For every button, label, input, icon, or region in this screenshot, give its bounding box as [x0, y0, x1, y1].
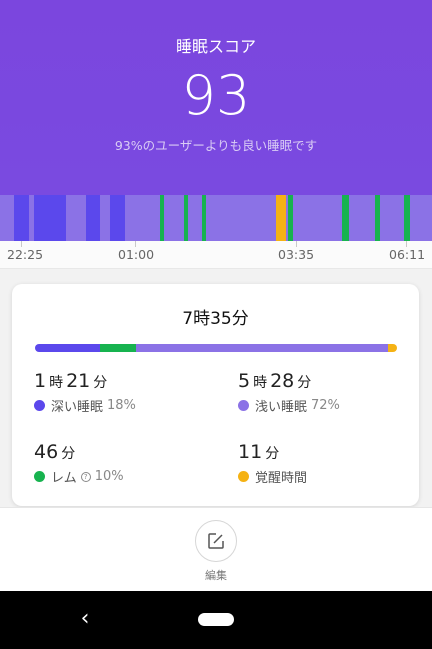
help-icon[interactable]: ?	[80, 471, 91, 482]
score-header: 睡眠スコア 93 93%のユーザーよりも良い睡眠です	[0, 0, 432, 195]
timeline-rem-segment	[160, 195, 164, 241]
light-sleep-dot	[238, 400, 249, 411]
rem-sleep-stat: 46 分 レム? 10%	[34, 441, 124, 486]
time-axis-label: 03:35	[278, 247, 315, 262]
deep-sleep-label: 深い睡眠 18%	[34, 396, 136, 415]
awake-duration: 11 分	[238, 441, 280, 463]
edit-button[interactable]	[195, 520, 237, 562]
awake-label: 覚醒時間	[238, 467, 307, 486]
awake-dot	[238, 471, 249, 482]
distribution-deep	[35, 344, 101, 352]
sleep-score: 93	[181, 64, 251, 127]
deep-sleep-stat: 1 時 21 分 深い睡眠 18%	[34, 370, 136, 415]
awake-stat: 11 分 覚醒時間	[238, 441, 307, 486]
time-axis: 22:25 01:00 03:35 06:11	[0, 241, 432, 269]
distribution-light	[136, 344, 389, 352]
back-icon[interactable]: ‹	[74, 605, 96, 633]
time-axis-label: 06:11	[389, 247, 426, 262]
rem-sleep-label: レム? 10%	[34, 467, 124, 486]
rem-sleep-duration: 46 分	[34, 441, 76, 463]
light-sleep-stat: 5 時 28 分 浅い睡眠 72%	[238, 370, 340, 415]
system-navigation-bar: ‹	[0, 591, 432, 649]
distribution-rem	[100, 344, 137, 352]
sleep-summary-card: 7時35分 1 時 21 分 深い睡眠 18% 5 時 28 分 浅い睡眠 72% 46 分 レム…	[12, 284, 419, 506]
light-sleep-label: 浅い睡眠 72%	[238, 396, 340, 415]
score-title: 睡眠スコア	[175, 37, 256, 56]
deep-sleep-dot	[34, 400, 45, 411]
timeline-rem-segment	[184, 195, 188, 241]
edit-label: 編集	[205, 569, 227, 582]
timeline-rem-segment	[342, 195, 349, 241]
time-axis-label: 22:25	[7, 247, 44, 262]
timeline-rem-segment	[375, 195, 380, 241]
timeline-deep-segment	[110, 195, 125, 241]
total-sleep-time: 7時35分	[182, 309, 249, 329]
distribution-awake	[388, 344, 397, 352]
timeline-rem-segment	[202, 195, 206, 241]
sleep-stage-timeline	[0, 195, 432, 241]
timeline-rem-segment	[404, 195, 410, 241]
timeline-awake-segment	[276, 195, 286, 241]
timeline-deep-segment	[86, 195, 100, 241]
sleep-stage-distribution-bar	[35, 344, 397, 352]
timeline-deep-segment	[14, 195, 29, 241]
time-axis-label: 01:00	[118, 247, 155, 262]
score-comparison: 93%のユーザーよりも良い睡眠です	[114, 138, 318, 153]
timeline-rem-segment	[288, 195, 293, 241]
rem-sleep-dot	[34, 471, 45, 482]
deep-sleep-duration: 1 時 21 分	[34, 370, 108, 392]
edit-icon	[208, 533, 224, 549]
light-sleep-duration: 5 時 28 分	[238, 370, 312, 392]
home-pill[interactable]	[198, 613, 234, 626]
timeline-deep-segment	[34, 195, 66, 241]
edit-section: 編集	[0, 507, 432, 591]
